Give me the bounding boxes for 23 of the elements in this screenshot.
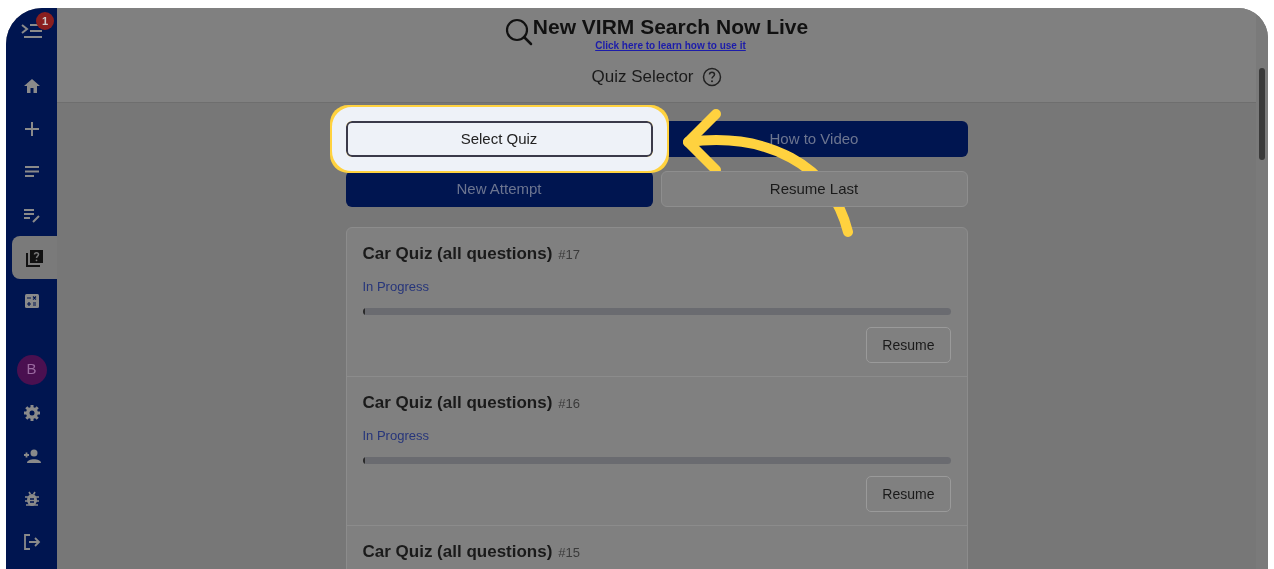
learn-more-link[interactable]: Click here to learn how to use it [595, 40, 746, 52]
resume-button[interactable]: Resume [866, 476, 951, 512]
quiz-title: Car Quiz (all questions) [362, 541, 553, 563]
status-label: In Progress [362, 277, 429, 296]
sidebar-item[interactable] [12, 236, 57, 279]
attempt-number: #15 [558, 544, 581, 562]
quiz-icon [24, 247, 45, 268]
action-button[interactable]: Resume Last [660, 171, 968, 207]
resume-button[interactable]: Resume [866, 327, 951, 363]
help-icon[interactable] [701, 66, 722, 87]
search-icon [504, 18, 533, 46]
announcement-title: New VIRM Search Now Live [532, 14, 809, 40]
menu-icon[interactable] [20, 23, 43, 39]
quiz-title: Car Quiz (all questions) [362, 392, 553, 414]
page-title: Quiz Selector [591, 66, 694, 88]
attempt-number: #17 [558, 246, 581, 264]
action-button[interactable]: New Attempt [345, 171, 653, 207]
attempt-number: #16 [558, 395, 581, 413]
quiz-title: Car Quiz (all questions) [362, 243, 553, 265]
logout-icon [21, 531, 42, 552]
status-label: In Progress [362, 426, 429, 445]
notification-badge: 1 [36, 12, 54, 30]
settings-icon [21, 402, 42, 423]
